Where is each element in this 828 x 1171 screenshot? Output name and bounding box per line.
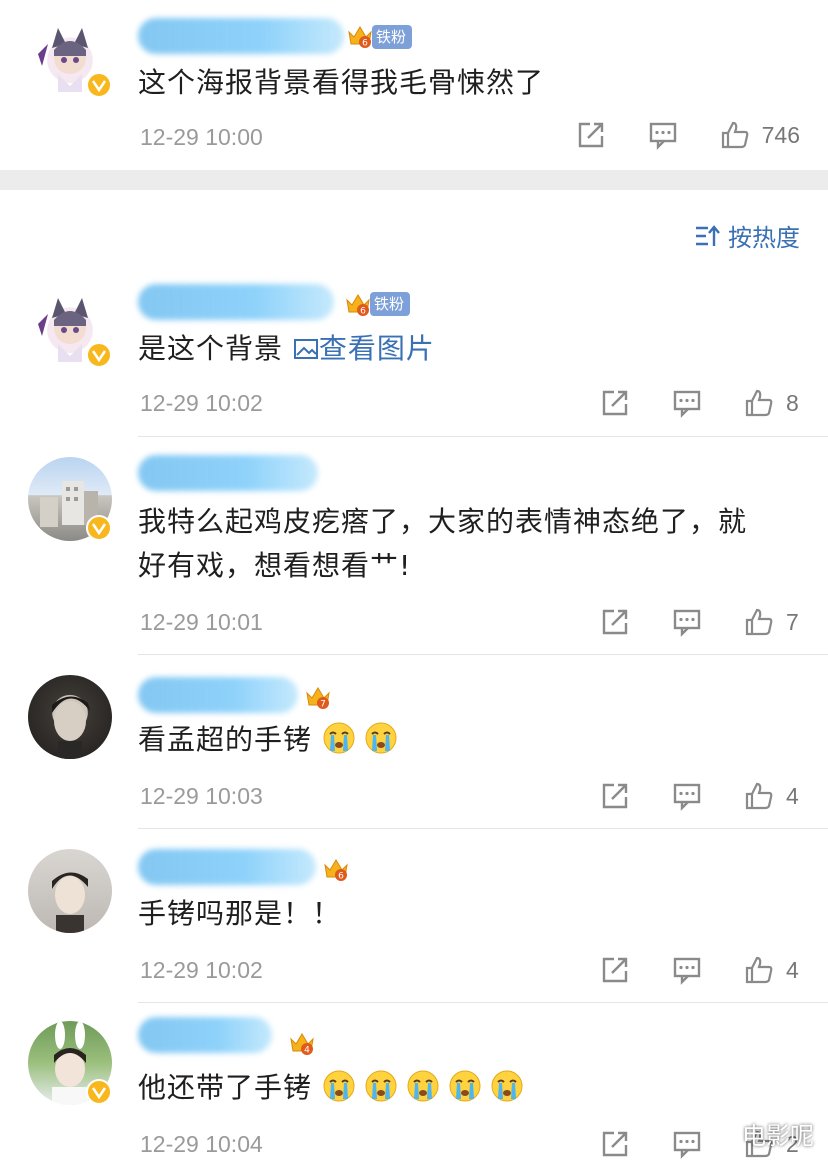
fan-tag: 铁粉 <box>370 292 411 316</box>
like-icon[interactable] <box>744 781 774 811</box>
svg-text:6: 6 <box>362 39 368 49</box>
comment-icon[interactable] <box>672 607 702 637</box>
like-count: 746 <box>761 121 800 148</box>
comment-text: 看孟超的手铐 <box>138 719 792 761</box>
comment-text: 我特么起鸡皮疙瘩了，大家的表情神态绝了，就 好有戏，想看想看艹! <box>138 501 792 587</box>
like-count: 7 <box>786 608 799 635</box>
username-redacted[interactable] <box>138 849 316 885</box>
username-redacted[interactable] <box>138 1017 272 1053</box>
svg-text:4: 4 <box>304 1046 310 1056</box>
crying-emoji-icon <box>365 1070 397 1102</box>
crying-emoji-icon <box>365 722 397 754</box>
avatar[interactable] <box>28 1021 112 1105</box>
verified-badge-icon <box>86 72 112 98</box>
comment-time: 12-29 10:03 <box>140 783 263 809</box>
image-icon <box>293 339 318 359</box>
share-icon[interactable] <box>576 120 606 150</box>
emoji-group <box>322 722 406 756</box>
comment-time: 12-29 10:00 <box>140 124 263 150</box>
comment-text: 是这个背景 查看图片 <box>138 328 792 370</box>
verified-badge-icon <box>86 342 112 368</box>
svg-text:7: 7 <box>320 700 326 710</box>
share-icon[interactable] <box>600 955 630 985</box>
list-item: 6 铁粉 是这个背景 查看图片 12-29 10:02 8 <box>0 270 828 436</box>
sort-icon <box>696 224 720 246</box>
comment-text-line: 我特么起鸡皮疙瘩了，大家的表情神态绝了，就 <box>138 505 748 538</box>
portrait-photo-icon <box>52 872 88 933</box>
avatar[interactable] <box>28 675 112 759</box>
like-count: 8 <box>786 389 799 416</box>
comment-icon[interactable] <box>672 781 702 811</box>
emoji-group <box>322 1070 532 1104</box>
like-icon[interactable] <box>720 120 750 150</box>
crown-icon: 6 <box>324 859 348 882</box>
like-count: 4 <box>786 956 799 983</box>
avatar[interactable] <box>28 14 112 98</box>
like-count: 4 <box>786 782 799 809</box>
comment-actions: 746 <box>534 120 800 150</box>
watermark: 电影呢 <box>742 1122 814 1150</box>
list-item: 7 看孟超的手铐 12-29 10:03 4 <box>0 655 828 828</box>
share-icon[interactable] <box>600 781 630 811</box>
username-redacted[interactable] <box>138 455 318 491</box>
comment-icon[interactable] <box>672 955 702 985</box>
crown-icon: 6 <box>348 26 372 49</box>
comment-text-body: 他还带了手铐 <box>138 1071 313 1104</box>
avatar[interactable] <box>28 849 112 933</box>
list-item: 我特么起鸡皮疙瘩了，大家的表情神态绝了，就 好有戏，想看想看艹! 12-29 1… <box>0 437 828 655</box>
verified-badge-icon <box>86 515 112 541</box>
avatar[interactable] <box>28 284 112 368</box>
comment-text: 这个海报背景看得我毛骨悚然了 <box>138 66 545 99</box>
like-icon[interactable] <box>744 388 774 418</box>
comment-text: 他还带了手铐 <box>138 1067 792 1109</box>
comment-actions: 4 <box>558 781 800 811</box>
crying-emoji-icon <box>323 1070 355 1102</box>
crying-emoji-icon <box>323 722 355 754</box>
crying-emoji-icon <box>491 1070 523 1102</box>
comment-text-body: 看孟超的手铐 <box>138 723 313 756</box>
username-redacted[interactable] <box>138 284 334 320</box>
comment-text-line: 好有戏，想看想看艹! <box>138 549 412 582</box>
top-comment: 6 铁粉 这个海报背景看得我毛骨悚然了 12-29 10:00 746 <box>0 0 828 170</box>
comment-icon[interactable] <box>672 388 702 418</box>
view-image-link[interactable]: 查看图片 <box>293 332 435 365</box>
comment-time: 12-29 10:02 <box>140 957 263 983</box>
view-image-label: 查看图片 <box>318 332 435 365</box>
like-icon[interactable] <box>744 607 774 637</box>
crown-icon: 4 <box>290 1033 314 1056</box>
svg-text:6: 6 <box>338 872 344 882</box>
fan-tag: 铁粉 <box>372 25 413 49</box>
comment-actions: 4 <box>558 955 800 985</box>
comment-time: 12-29 10:01 <box>140 609 263 635</box>
comment-text-body: 是这个背景 <box>138 332 284 365</box>
list-item: 4 他还带了手铐 12-29 10:04 2 <box>0 1003 828 1171</box>
crown-icon: 6 <box>346 294 370 317</box>
crying-emoji-icon <box>407 1070 439 1102</box>
username-redacted[interactable] <box>138 18 344 54</box>
verified-badge-icon <box>86 1079 112 1105</box>
sort-button[interactable]: 按热度 <box>694 218 800 253</box>
portrait-photo-icon <box>52 696 90 759</box>
comment-time: 12-29 10:04 <box>140 1131 263 1157</box>
crown-icon: 7 <box>306 687 330 710</box>
comment-actions: 8 <box>558 388 800 418</box>
comment-icon[interactable] <box>672 1129 702 1159</box>
comment-time: 12-29 10:02 <box>140 390 263 416</box>
comment-text: 手铐吗那是！！ <box>138 897 342 930</box>
like-icon[interactable] <box>744 955 774 985</box>
share-icon[interactable] <box>600 1129 630 1159</box>
crying-emoji-icon <box>449 1070 481 1102</box>
share-icon[interactable] <box>600 388 630 418</box>
comment-actions: 7 <box>558 607 800 637</box>
svg-text:6: 6 <box>360 307 366 317</box>
share-icon[interactable] <box>600 607 630 637</box>
list-item: 6 手铐吗那是！！ 12-29 10:02 4 <box>0 829 828 1002</box>
username-redacted[interactable] <box>138 677 298 713</box>
avatar[interactable] <box>28 457 112 541</box>
sort-label: 按热度 <box>728 224 800 252</box>
comment-icon[interactable] <box>648 120 678 150</box>
section-divider <box>0 170 828 190</box>
